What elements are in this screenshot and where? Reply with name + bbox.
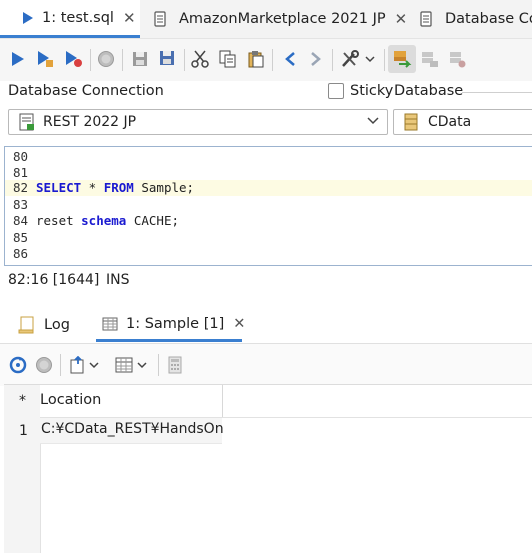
sql-keyword: schema [81, 213, 127, 228]
forward-icon[interactable] [306, 49, 326, 69]
execute-script-icon[interactable] [36, 49, 56, 69]
tab-label: Database Con [445, 11, 532, 27]
database-select[interactable]: CData [393, 109, 532, 135]
row-header-column [4, 385, 41, 553]
code-line: 84 reset schema CACHE; [13, 213, 179, 228]
tab-database-connection[interactable]: Database Con [420, 0, 532, 38]
tab-log[interactable]: Log [18, 309, 70, 340]
tab-label: AmazonMarketplace 2021 JP [179, 11, 386, 27]
code-line: 80 [13, 149, 29, 164]
sql-text: reset [36, 213, 82, 228]
sql-text: Sample; [133, 180, 195, 195]
tab-amazon-marketplace[interactable]: AmazonMarketplace 2021 JP ✕ [154, 0, 407, 38]
execute-in-new-tab-icon[interactable] [64, 49, 84, 69]
database-icon [154, 11, 166, 27]
database-connection-label: Database Connection [8, 83, 164, 99]
database-icon [420, 11, 432, 27]
chevron-down-icon[interactable] [136, 355, 148, 375]
close-icon[interactable]: ✕ [395, 10, 408, 28]
result-grid[interactable]: * Location 1 C:¥CData_REST¥HandsOn [4, 384, 532, 553]
save-icon[interactable] [130, 49, 150, 69]
export-icon[interactable] [68, 355, 88, 375]
stop-icon[interactable] [96, 49, 116, 69]
tab-label: 1: Sample [1] [126, 316, 225, 332]
tab-label: 1: test.sql [42, 9, 114, 26]
cut-icon[interactable] [190, 49, 210, 69]
select-all-header[interactable]: * [19, 393, 26, 409]
log-icon [18, 316, 36, 334]
label-divider [462, 92, 532, 93]
code-line: 85 [13, 230, 29, 245]
row-number[interactable]: 1 [19, 423, 28, 439]
database-label: Database [394, 83, 464, 99]
editor-tab-bar: 1: test.sql ✕ AmazonMarketplace 2021 JP … [0, 0, 532, 38]
sql-keyword: FROM [103, 180, 134, 195]
copy-icon[interactable] [218, 49, 238, 69]
rollback-icon[interactable] [448, 49, 468, 69]
table-cell-location[interactable]: C:¥CData_REST¥HandsOn [41, 421, 224, 437]
sticky-label: Sticky [350, 83, 394, 99]
sql-text: * [81, 180, 104, 195]
sql-keyword: SELECT [36, 180, 82, 195]
table-row[interactable]: C:¥CData_REST¥HandsOn [40, 418, 224, 444]
code-line: 86 [13, 246, 29, 261]
transaction-mode-icon[interactable] [388, 45, 416, 73]
refresh-icon[interactable] [8, 355, 28, 375]
database-value: CData [428, 114, 472, 130]
paste-icon[interactable] [246, 49, 266, 69]
connection-value: REST 2022 JP [43, 114, 137, 130]
close-icon[interactable]: ✕ [233, 316, 245, 332]
run-script-icon [22, 11, 34, 25]
chevron-down-icon[interactable] [364, 49, 376, 69]
tools-icon[interactable] [340, 49, 360, 69]
chevron-down-icon[interactable] [88, 355, 100, 375]
editor-toolbar [0, 38, 532, 81]
tab-test-sql[interactable]: 1: test.sql ✕ [0, 0, 140, 38]
code-line: 83 [13, 197, 29, 212]
result-toolbar [0, 343, 532, 386]
insert-mode: INS [106, 272, 130, 288]
calculator-icon[interactable] [165, 355, 185, 375]
commit-icon[interactable] [420, 49, 440, 69]
column-header-row: Location [40, 385, 532, 418]
tab-result-sample[interactable]: 1: Sample [1] ✕ [96, 309, 245, 342]
database-icon [404, 113, 418, 131]
execute-statement-icon[interactable] [8, 49, 28, 69]
connection-select[interactable]: REST 2022 JP [8, 109, 388, 135]
sticky-checkbox[interactable] [328, 83, 344, 99]
grid-view-icon[interactable] [114, 355, 134, 375]
code-line-current: 82 SELECT * FROM Sample; [5, 180, 532, 196]
column-header-location[interactable]: Location [40, 392, 101, 408]
column-divider [222, 385, 223, 417]
stop-icon[interactable] [34, 355, 54, 375]
table-icon [102, 317, 118, 331]
code-line: 81 [13, 165, 29, 180]
close-icon[interactable]: ✕ [123, 9, 136, 27]
chevron-down-icon[interactable] [367, 117, 379, 125]
back-icon[interactable] [280, 49, 300, 69]
cursor-position: 82:16 [1644] [8, 272, 100, 288]
sql-text: CACHE; [126, 213, 179, 228]
tab-label: Log [44, 316, 70, 333]
server-icon [19, 113, 35, 131]
sql-editor[interactable]: 80 81 82 SELECT * FROM Sample; 83 84 reset… [4, 146, 532, 266]
save-all-icon[interactable] [158, 49, 178, 69]
